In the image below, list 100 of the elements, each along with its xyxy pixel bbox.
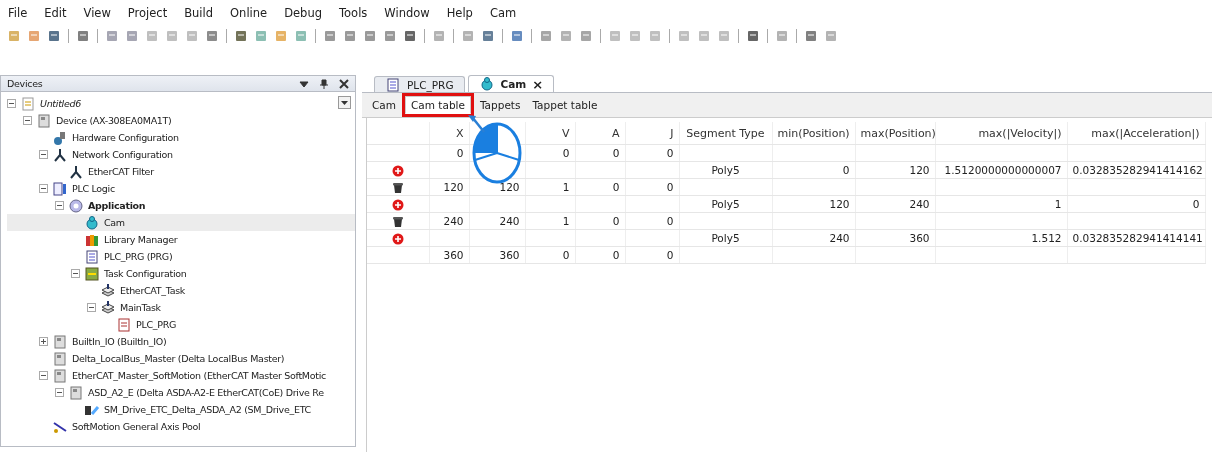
table-cell: 240 [772, 229, 855, 247]
tree-item[interactable]: SM_Drive_ETC_Delta_ASDA_A2 (SM_Drive_ETC [104, 404, 311, 415]
toolbar-icon[interactable] [362, 28, 378, 44]
collapse-icon[interactable] [7, 99, 16, 108]
tree-item[interactable]: EtherCAT Filter [88, 166, 154, 177]
menu-item[interactable]: File [8, 6, 28, 22]
toolbar-icon[interactable] [745, 28, 761, 44]
close-icon[interactable]: × [532, 76, 544, 92]
toolbar-icon[interactable] [342, 28, 358, 44]
menu-item[interactable]: Help [446, 6, 473, 22]
table-cell: 1 [935, 195, 1067, 213]
trash-icon[interactable] [391, 215, 404, 228]
tree-item[interactable]: MainTask [120, 302, 161, 313]
column-header[interactable]: X [429, 122, 469, 145]
add-icon[interactable] [391, 198, 404, 211]
toolbar-icon[interactable] [75, 28, 91, 44]
collapse-icon[interactable] [87, 303, 96, 312]
tree-item[interactable]: Task Configuration [104, 268, 187, 279]
table-cell: Poly5 [679, 161, 772, 179]
tree-item[interactable]: SoftMotion General Axis Pool [72, 421, 201, 432]
table-cell: 0 [429, 144, 469, 162]
menu-item[interactable]: Window [384, 6, 430, 22]
toolbar-icon[interactable] [402, 28, 418, 44]
toolbar-icon[interactable] [382, 28, 398, 44]
table-cell: 0 [525, 246, 575, 264]
column-header[interactable]: A [575, 122, 625, 145]
add-icon[interactable] [391, 164, 404, 177]
menu-item[interactable]: View [83, 6, 111, 22]
table-cell: 1.5120000000000007 [935, 161, 1067, 179]
table-cell: 120 [772, 195, 855, 213]
menu-item[interactable]: Edit [44, 6, 67, 22]
column-header[interactable]: max(|Velocity|) [935, 122, 1067, 145]
view-tab[interactable]: Tappets [473, 96, 527, 114]
collapse-icon[interactable] [71, 269, 80, 278]
collapse-icon[interactable] [39, 150, 48, 159]
tree-item[interactable]: Delta_LocalBus_Master (Delta LocalBus Master) [72, 353, 285, 364]
menu-item[interactable]: Debug [284, 6, 322, 22]
expand-icon[interactable] [39, 337, 48, 346]
toolbar-icon[interactable] [104, 28, 120, 44]
collapse-icon[interactable] [39, 371, 48, 380]
dropdown-icon[interactable] [338, 96, 351, 109]
arrow-icon [467, 115, 485, 133]
collapse-icon[interactable] [39, 184, 48, 193]
toolbar-icon[interactable] [538, 28, 554, 44]
tree-item[interactable]: EtherCAT_Task [120, 285, 186, 296]
menu-item[interactable]: Build [184, 6, 214, 22]
toolbar-icon[interactable] [480, 28, 496, 44]
toolbar-icon[interactable] [204, 28, 220, 44]
toolbar-icon[interactable] [509, 28, 525, 44]
editor-tab[interactable]: Cam × [467, 75, 555, 92]
add-icon[interactable] [391, 232, 404, 245]
tree-item[interactable]: PLC Logic [72, 183, 115, 194]
tree-item[interactable]: PLC_PRG (PRG) [104, 251, 173, 262]
toolbar-icon[interactable] [803, 28, 819, 44]
pin-icon[interactable] [319, 78, 329, 89]
view-tab[interactable]: Cam table [405, 96, 471, 114]
tree-item[interactable]: Device (AX-308EA0MA1T) [56, 115, 172, 126]
tree-item[interactable]: EtherCAT_Master_SoftMotion (EtherCAT Master SoftMotic [72, 370, 326, 381]
tree-item[interactable]: Application [88, 200, 146, 211]
collapse-icon[interactable] [55, 201, 64, 210]
view-tab[interactable]: Cam [366, 96, 402, 114]
tree-item[interactable]: BuiltIn_IO (BuiltIn_IO) [72, 336, 167, 347]
table-cell: 0 [525, 144, 575, 162]
column-header[interactable]: J [625, 122, 679, 145]
tree-item[interactable]: Cam [104, 217, 125, 228]
tree-item[interactable]: PLC_PRG [136, 319, 176, 330]
toolbar-icon[interactable] [124, 28, 140, 44]
table-cell: 360 [855, 229, 935, 247]
column-header[interactable]: V [525, 122, 575, 145]
menu-item[interactable]: Project [127, 6, 168, 22]
tree-item[interactable]: Untitled6 [40, 98, 81, 109]
device-icon [52, 367, 68, 384]
tree-item[interactable]: Library Manager [104, 234, 178, 245]
column-header[interactable]: max(|Acceleration|) [1067, 122, 1205, 145]
view-tab[interactable]: Tappet table [526, 96, 604, 114]
column-header[interactable]: max(Position) [855, 122, 935, 145]
tree-item[interactable]: Hardware Configuration [72, 132, 179, 143]
menu-item[interactable]: Tools [339, 6, 368, 22]
menu-item[interactable]: Cam [489, 6, 517, 22]
tree-item[interactable]: Network Configuration [72, 149, 173, 160]
table-cell: 120 [429, 178, 469, 196]
close-icon[interactable] [339, 78, 349, 89]
document-icon [116, 316, 132, 333]
menu-item[interactable]: Online [230, 6, 268, 22]
table-cell: 1 [525, 212, 575, 230]
toolbar-icon[interactable] [233, 28, 249, 44]
document-icon [385, 76, 401, 93]
trash-icon[interactable] [391, 181, 404, 194]
table-cell: 0 [1067, 195, 1205, 213]
tree-item[interactable]: ASD_A2_E (Delta ASDA-A2-E EtherCAT(CoE) Drive Re [88, 387, 324, 398]
column-header[interactable]: min(Position) [772, 122, 855, 145]
collapse-icon[interactable] [23, 116, 32, 125]
dropdown-icon[interactable] [299, 78, 309, 89]
column-header[interactable]: Segment Type [679, 122, 772, 145]
editor-tab[interactable]: PLC_PRG [374, 76, 465, 92]
toolbar-icon[interactable] [46, 28, 62, 44]
toolbar-icon[interactable] [322, 28, 338, 44]
collapse-icon[interactable] [55, 388, 64, 397]
toolbar-icon[interactable] [578, 28, 594, 44]
panel-title: Devices [7, 78, 44, 89]
